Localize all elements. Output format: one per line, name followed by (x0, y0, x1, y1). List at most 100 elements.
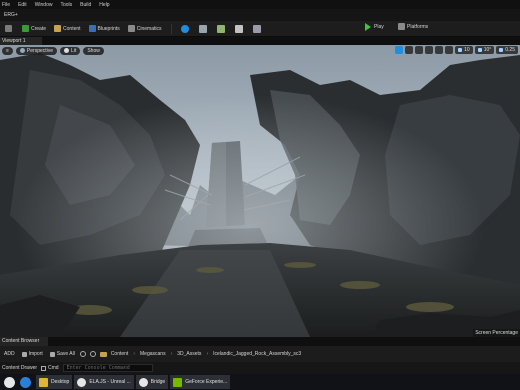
surface-snap-icon[interactable] (445, 46, 454, 54)
cmd-selector[interactable]: Cmd (41, 365, 59, 371)
perspective-label: Perspective (26, 47, 54, 54)
taskbar-item-label: ELA.JS - Unreal ... (89, 379, 131, 385)
platforms-icon (398, 23, 405, 30)
taskbar-item-unreal-editor[interactable]: ELA.JS - Unreal ... (74, 375, 134, 389)
scale-snap-value: 0.25 (505, 47, 515, 53)
select-tool-icon[interactable] (395, 46, 404, 54)
foliage-mode-icon[interactable] (216, 24, 225, 33)
world-local-icon[interactable] (435, 46, 444, 54)
breadcrumb-separator-icon: › (206, 351, 209, 357)
menu-tools[interactable]: Tools (60, 2, 72, 8)
blueprints-label: Blueprints (97, 25, 120, 32)
perspective-icon (19, 48, 25, 53)
status-bar: Content Drawer Cmd Enter Console Command (0, 362, 520, 374)
play-icon (365, 23, 371, 31)
perspective-button[interactable]: Perspective (15, 46, 58, 55)
screen-percentage-label: Screen Percentage (473, 329, 520, 337)
content-browser-tab-label: Content Browser (2, 338, 40, 344)
viewport-tab-label: Viewport 1 (2, 38, 26, 44)
content-browser-toolbar: ADD Import Save All Content › Megascans … (0, 346, 520, 362)
taskbar-item-label: GeForce Experie... (185, 379, 228, 385)
content-button[interactable]: Content (51, 23, 84, 34)
taskbar-item-label: Bridge (150, 379, 166, 385)
menu-build[interactable]: Build (80, 2, 91, 8)
lit-icon (64, 48, 70, 53)
toolbar-divider (170, 23, 172, 34)
show-button[interactable]: Show (83, 46, 104, 55)
breadcrumb-content[interactable]: Content (111, 351, 129, 357)
geforce-icon (173, 377, 183, 387)
platforms-label: Platforms (407, 23, 429, 30)
breadcrumb-rock-assembly[interactable]: Icelandic_Jagged_Rock_Assembly_sc3 (213, 351, 301, 357)
lit-label: Lit (71, 47, 77, 54)
menu-file[interactable]: File (2, 2, 10, 8)
bridge-icon (138, 377, 148, 387)
content-browser-tab[interactable]: Content Browser (0, 337, 48, 346)
select-mode-icon[interactable] (180, 24, 189, 33)
edge-browser-taskbar-icon[interactable] (20, 376, 31, 388)
forward-icon[interactable] (89, 351, 96, 357)
import-label: Import (28, 351, 43, 357)
save-all-label: Save All (56, 351, 75, 357)
import-button[interactable]: Import (20, 350, 45, 359)
content-icon (54, 25, 62, 32)
scale-tool-icon[interactable] (425, 46, 434, 54)
menu-window[interactable]: Window (35, 2, 53, 8)
cinematics-button[interactable]: Cinematics (125, 23, 165, 34)
project-tab[interactable]: ERG+ (4, 12, 18, 18)
scale-snap-control[interactable]: 0.25 (496, 46, 518, 54)
scale-snap-icon (499, 48, 504, 52)
play-button[interactable]: Play (365, 23, 384, 31)
menu-edit[interactable]: Edit (18, 2, 27, 8)
modeling-mode-icon[interactable] (252, 24, 261, 33)
create-icon (22, 25, 29, 32)
viewport-options-button[interactable]: ≡ (2, 46, 13, 55)
console-input[interactable]: Enter Console Command (62, 364, 153, 372)
grid-snap-icon (458, 48, 463, 52)
rotation-snap-control[interactable]: 10° (474, 46, 495, 54)
scene-render (0, 45, 520, 337)
content-label: Content (63, 25, 81, 32)
menu-help[interactable]: Help (99, 2, 109, 8)
main-toolbar: Create Content Blueprints Cinematics (0, 21, 520, 37)
folder-icon (39, 377, 48, 387)
add-button[interactable]: ADD (2, 350, 17, 359)
grid-snap-value: 10 (464, 47, 470, 53)
breadcrumb: Content › Megascans › 3D_Assets › Icelan… (111, 351, 301, 357)
cmd-label: Cmd (48, 365, 59, 371)
viewport-tab-strip: Viewport 1 (0, 37, 520, 45)
breadcrumb-3d-assets[interactable]: 3D_Assets (177, 351, 201, 357)
back-icon[interactable] (79, 351, 86, 357)
lit-button[interactable]: Lit (60, 46, 81, 55)
unreal-engine-taskbar-icon[interactable] (4, 376, 15, 388)
show-label: Show (87, 47, 100, 54)
breadcrumb-separator-icon: › (170, 351, 173, 357)
platforms-button[interactable]: Platforms (398, 23, 428, 30)
taskbar-item-label: Desktop (51, 379, 70, 385)
rotation-snap-icon (477, 48, 482, 52)
save-icon (5, 25, 12, 32)
cinematics-label: Cinematics (136, 25, 162, 32)
mesh-paint-mode-icon[interactable] (234, 24, 243, 33)
save-current-button[interactable] (2, 23, 17, 34)
save-all-button[interactable]: Save All (48, 350, 77, 359)
content-drawer-button[interactable]: Content Drawer (2, 365, 37, 371)
project-tab-row: ERG+ (0, 9, 520, 21)
taskbar-item-geforce-experience[interactable]: GeForce Experie... (170, 375, 231, 389)
taskbar-item-bridge[interactable]: Bridge (135, 375, 169, 389)
level-viewport[interactable]: ≡ Perspective Lit Show 10 10° 0.25 Scree… (0, 45, 520, 337)
translate-tool-icon[interactable] (405, 46, 414, 54)
breadcrumb-megascans[interactable]: Megascans (140, 351, 166, 357)
taskbar-item-desktop[interactable]: Desktop (36, 375, 73, 389)
grid-snap-control[interactable]: 10 (455, 46, 473, 54)
landscape-mode-icon[interactable] (198, 24, 207, 33)
blueprints-button[interactable]: Blueprints (86, 23, 123, 34)
console-icon (41, 365, 47, 371)
viewport-tab[interactable]: Viewport 1 (0, 37, 42, 45)
viewport-transform-tools: 10 10° 0.25 (393, 46, 518, 54)
hamburger-icon: ≡ (6, 47, 9, 54)
create-button[interactable]: Create (19, 23, 49, 34)
rotate-tool-icon[interactable] (415, 46, 424, 54)
unreal-engine-icon (77, 377, 87, 387)
save-all-icon (49, 351, 55, 357)
